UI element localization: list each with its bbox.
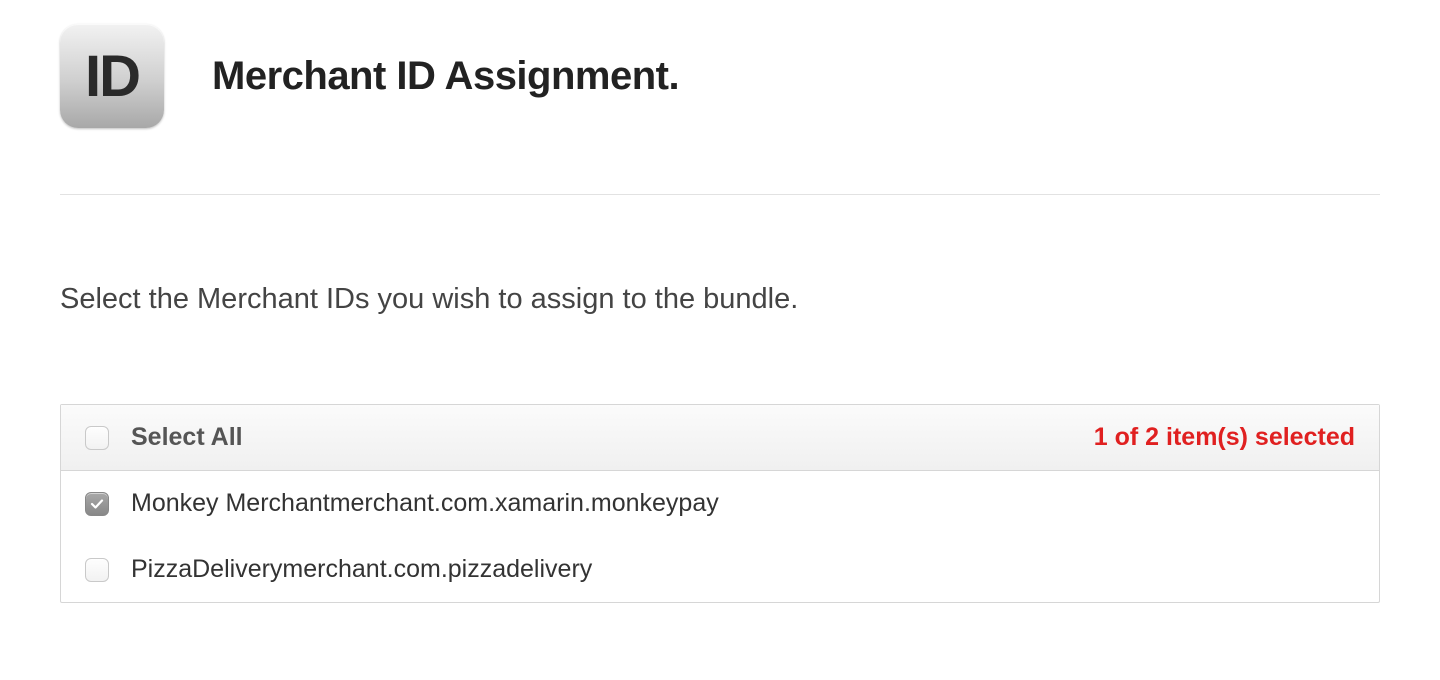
merchant-label: Monkey Merchantmerchant.com.xamarin.monk… <box>131 489 719 518</box>
selected-count-text: 1 of 2 item(s) selected <box>1094 423 1355 452</box>
page-header: ID Merchant ID Assignment. <box>60 24 1380 195</box>
merchant-id-table: Select All 1 of 2 item(s) selected Monke… <box>60 404 1380 603</box>
table-row: Monkey Merchantmerchant.com.xamarin.monk… <box>61 471 1379 537</box>
page-title: Merchant ID Assignment. <box>212 54 679 99</box>
check-icon <box>89 496 105 512</box>
merchant-label: PizzaDeliverymerchant.com.pizzadelivery <box>131 555 592 584</box>
table-row: PizzaDeliverymerchant.com.pizzadelivery <box>61 537 1379 602</box>
merchant-checkbox[interactable] <box>85 492 109 516</box>
id-badge-icon: ID <box>60 24 164 128</box>
instruction-text: Select the Merchant IDs you wish to assi… <box>60 283 1380 316</box>
table-header-row: Select All 1 of 2 item(s) selected <box>61 405 1379 471</box>
select-all-checkbox[interactable] <box>85 426 109 450</box>
select-all-label: Select All <box>131 423 243 452</box>
id-badge-text: ID <box>85 43 139 110</box>
merchant-checkbox[interactable] <box>85 558 109 582</box>
